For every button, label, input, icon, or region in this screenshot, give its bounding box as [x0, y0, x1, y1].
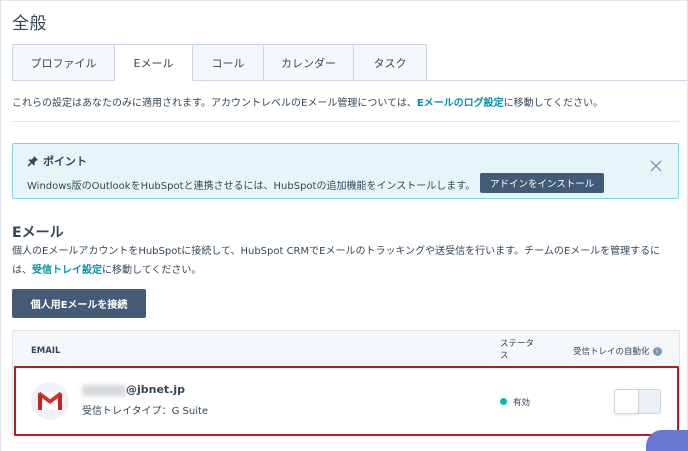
tab-calendar[interactable]: カレンダー: [264, 44, 354, 81]
header-status: ステータス: [500, 339, 535, 361]
settings-scope-notice: これらの設定はあなたのみに適用されます。アカウントレベルのEメール管理については…: [12, 94, 603, 109]
tab-baseline: [427, 80, 687, 81]
divider: [12, 121, 679, 122]
tab-tasks[interactable]: タスク: [354, 44, 427, 81]
status-badge: 有効: [513, 398, 531, 408]
close-icon[interactable]: [650, 160, 662, 172]
avatar: [31, 382, 69, 420]
email-section-description: 個人のEメールアカウントをHubSpotに接続して、HubSpot CRMでEメ…: [12, 242, 680, 280]
notice-text-end: に移動してください。: [503, 98, 604, 109]
email-log-settings-link[interactable]: Eメールのログ設定: [417, 98, 504, 109]
notice-text: これらの設定はあなたのみに適用されます。アカウントレベルのEメール管理については…: [12, 98, 417, 109]
header-email: EMAIL: [31, 346, 61, 356]
tip-alert: ポイント Windows版のOutlookをHubSpotと連携させるには、Hu…: [12, 143, 679, 199]
chat-widget-button[interactable]: [646, 430, 688, 451]
settings-tabs: プロファイル Eメール コール カレンダー タスク: [12, 44, 427, 81]
status-dot: [500, 398, 507, 405]
inbox-automation-toggle[interactable]: [614, 389, 661, 414]
table-row: [14, 366, 679, 436]
toggle-knob: [614, 389, 639, 414]
tip-title: ポイント: [27, 153, 87, 169]
tab-calls[interactable]: コール: [193, 44, 264, 81]
help-icon[interactable]: i: [652, 346, 662, 356]
tip-title-text: ポイント: [43, 155, 87, 168]
redacted-email-user: [82, 385, 126, 396]
tab-email[interactable]: Eメール: [115, 44, 193, 81]
desc-text-end: に移動してください。: [102, 265, 202, 276]
gmail-icon: [38, 392, 62, 410]
table-header: EMAIL ステータス 受信トレイの自動化 i: [13, 331, 679, 368]
pin-icon: [27, 156, 38, 167]
tip-text: Windows版のOutlookをHubSpotと連携させるには、HubSpot…: [27, 181, 476, 192]
email-section-title: Eメール: [12, 225, 64, 241]
install-addin-button[interactable]: アドインをインストール: [480, 173, 605, 193]
header-auto-text: 受信トレイの自動化: [573, 347, 650, 357]
page-title: 全般: [12, 14, 47, 34]
connect-personal-email-button[interactable]: 個人用Eメールを接続: [12, 289, 146, 318]
tab-profile[interactable]: プロファイル: [12, 44, 115, 81]
email-address: @jbnet.jp: [126, 383, 186, 396]
header-inbox-automation: 受信トレイの自動化 i: [573, 345, 662, 357]
inbox-settings-link[interactable]: 受信トレイ設定: [32, 265, 102, 276]
inbox-type: 受信トレイタイプ：G Suite: [82, 406, 209, 417]
